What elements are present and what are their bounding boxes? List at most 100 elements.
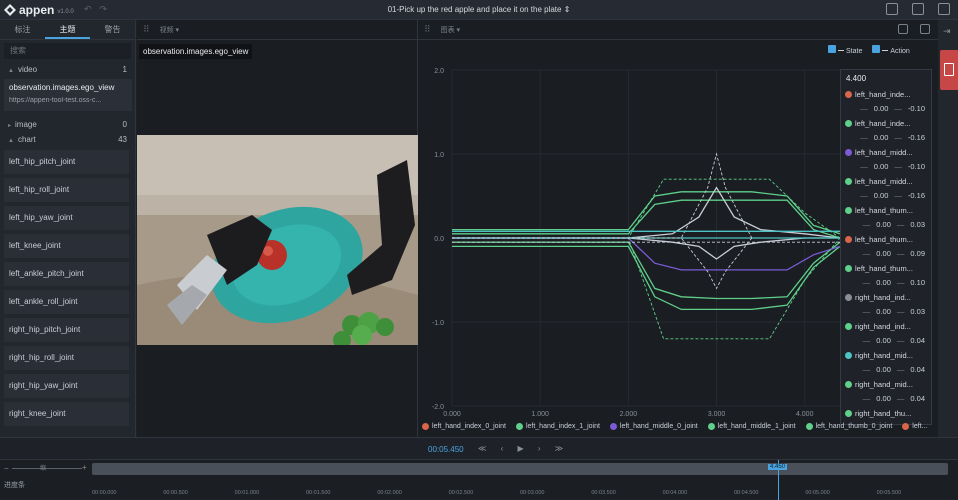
playback-controls[interactable]: ≪ ‹ ▶ › ≫: [478, 444, 569, 453]
undo-icon[interactable]: ↶: [84, 4, 100, 14]
joint-item[interactable]: left_knee_joint: [4, 234, 129, 258]
tooltip-action-value: -0.16: [907, 133, 925, 142]
layout-icon[interactable]: [912, 3, 924, 15]
left-sidebar: 标注 主题 警告 搜索 ▲ video 1 observation.images.…: [0, 20, 136, 437]
group-label: image: [15, 120, 37, 129]
state-action-legend: State Action: [828, 45, 910, 55]
tab-warnings[interactable]: 警告: [90, 20, 135, 39]
group-chart[interactable]: ▲ chart 43: [0, 132, 135, 147]
legend-item[interactable]: left...: [902, 423, 927, 430]
appen-logo-icon: [4, 4, 16, 16]
joint-item[interactable]: left_hip_yaw_joint: [4, 206, 129, 230]
action-label: Action: [890, 48, 910, 55]
joint-item[interactable]: left_hip_roll_joint: [4, 178, 129, 202]
tooltip-action-value: 0.09: [910, 249, 925, 258]
tooltip-item: left_hand_midd... —0.00— -0.16: [841, 174, 931, 203]
tooltip-item: right_hand_mid... —0.00—0.04: [841, 377, 931, 406]
series-dot-icon: [845, 177, 852, 185]
legend-dot-icon: [707, 423, 715, 430]
tooltip-list: left_hand_inde... —0.00— -0.10 left_hand_in…: [841, 87, 931, 424]
video-item[interactable]: observation.images.ego_view https://appe…: [4, 79, 132, 111]
group-video[interactable]: ▲ video 1: [0, 62, 135, 77]
joint-item[interactable]: left_ankle_roll_joint: [4, 290, 129, 314]
tooltip-action-value: 0.04: [910, 394, 925, 403]
redo-icon[interactable]: ↷: [100, 4, 116, 14]
tab-topics[interactable]: 主题: [45, 20, 90, 39]
collapse-icon[interactable]: ⇥: [943, 26, 951, 37]
joint-item[interactable]: left_ankle_pitch_joint: [4, 262, 129, 286]
series-dot-icon: [845, 409, 852, 417]
tooltip-item: left_hand_inde... —0.00— -0.16: [841, 116, 931, 145]
ruler-tick-label: 00:03.500: [591, 490, 616, 496]
tooltip-series: right_hand_ind...: [845, 319, 927, 333]
drag-handle-icon[interactable]: ⠿: [424, 24, 431, 35]
document-tab[interactable]: [940, 50, 958, 90]
legend-label: left...: [912, 423, 928, 430]
legend-item[interactable]: left_hand_middle_1_joint: [707, 423, 796, 430]
tooltip-state-value: 0.00: [873, 133, 889, 142]
group-count: 1: [122, 65, 127, 74]
chart-panel: ⠿ 图表 ▾ State Action 2.0 1.0 0.0 -1.0 -2.0 0.0…: [418, 20, 938, 437]
tooltip-item: left_hand_midd... —0.00— -0.10: [841, 145, 931, 174]
tooltip-item: right_hand_ind... —0.00—0.03: [841, 290, 931, 319]
settings-icon[interactable]: [898, 24, 908, 34]
series-line: [452, 245, 841, 311]
video-view-selector[interactable]: 视频 ▾: [160, 25, 179, 35]
ruler-tick-label: 00:02.000: [377, 490, 402, 496]
drag-handle-icon[interactable]: ⠿: [143, 24, 150, 35]
top-right-icons: [886, 3, 950, 15]
legend-item[interactable]: left_hand_index_0_joint: [422, 423, 506, 430]
zoom-slider[interactable]: [12, 468, 82, 469]
filter-icon[interactable]: [920, 24, 930, 34]
video-item-url: https://appen-tool-test.oss-c...: [9, 97, 102, 104]
progress-label: 进度条: [4, 482, 25, 489]
group-image[interactable]: ▸ image 0: [0, 117, 135, 132]
legend-item[interactable]: left_hand_middle_0_joint: [609, 423, 698, 430]
app-logo: appen v1.0.0: [4, 3, 74, 17]
zoom-in-button[interactable]: +: [82, 463, 87, 472]
joint-item[interactable]: right_knee_joint: [4, 402, 129, 426]
series-line: [452, 152, 753, 239]
tooltip-state-value: 0.00: [876, 394, 891, 403]
ruler-tick-label: 00:01.500: [306, 490, 331, 496]
action-toggle[interactable]: Action: [872, 45, 910, 55]
legend-label: left_hand_middle_1_joint: [717, 423, 796, 430]
ruler-tick-label: 00:00.000: [92, 490, 117, 496]
series-legend: left_hand_index_0_joint left_hand_index_1…: [422, 423, 927, 430]
y-tick-label: 0.0: [434, 236, 444, 243]
fullscreen-icon[interactable]: [938, 3, 950, 15]
task-title[interactable]: 01-Pick up the red apple and place it on…: [0, 5, 958, 14]
tab-annotate[interactable]: 标注: [0, 20, 45, 39]
tooltip-series-name: left_hand_inde...: [855, 118, 911, 128]
state-toggle[interactable]: State: [828, 45, 862, 55]
y-tick-label: 1.0: [434, 152, 444, 159]
joint-item[interactable]: left_hip_pitch_joint: [4, 150, 129, 174]
legend-item[interactable]: left_hand_thumb_0_joint: [805, 423, 892, 430]
timeline-track[interactable]: [92, 463, 948, 475]
save-icon[interactable]: [886, 3, 898, 15]
search-input[interactable]: 搜索: [4, 43, 131, 59]
tooltip-series: left_hand_midd...: [845, 145, 927, 159]
legend-dot-icon: [609, 423, 617, 430]
ruler-tick-label: 00:02.500: [448, 490, 474, 496]
top-bar: appen v1.0.0 ↶↷ 01-Pick up the red apple…: [0, 0, 958, 20]
legend-item[interactable]: left_hand_index_1_joint: [515, 423, 600, 430]
zoom-out-button[interactable]: −: [4, 464, 9, 473]
tooltip-item: right_hand_ind... —0.00—0.04: [841, 319, 931, 348]
tooltip-state-value: 0.00: [876, 249, 891, 258]
chart-view-selector[interactable]: 图表 ▾: [441, 25, 460, 35]
tooltip-action-value: 0.03: [910, 220, 925, 229]
chart-panel-header: ⠿ 图表 ▾: [418, 20, 938, 40]
tooltip-series: left_hand_thum...: [845, 261, 927, 275]
x-tick-label: 4.000: [796, 411, 814, 418]
y-tick-label: -2.0: [432, 404, 444, 411]
joint-item[interactable]: right_hip_roll_joint: [4, 346, 129, 370]
joint-item[interactable]: right_hip_pitch_joint: [4, 318, 129, 342]
tooltip-state-value: 0.00: [876, 336, 891, 345]
legend-dot-icon: [902, 423, 910, 430]
tooltip-series: left_hand_inde...: [845, 116, 927, 130]
app-version: v1.0.0: [57, 8, 74, 15]
joint-item[interactable]: right_hip_yaw_joint: [4, 374, 129, 398]
right-toolbar: ⇥: [938, 20, 958, 437]
ruler-tick-label: 00:04.500: [734, 490, 759, 496]
